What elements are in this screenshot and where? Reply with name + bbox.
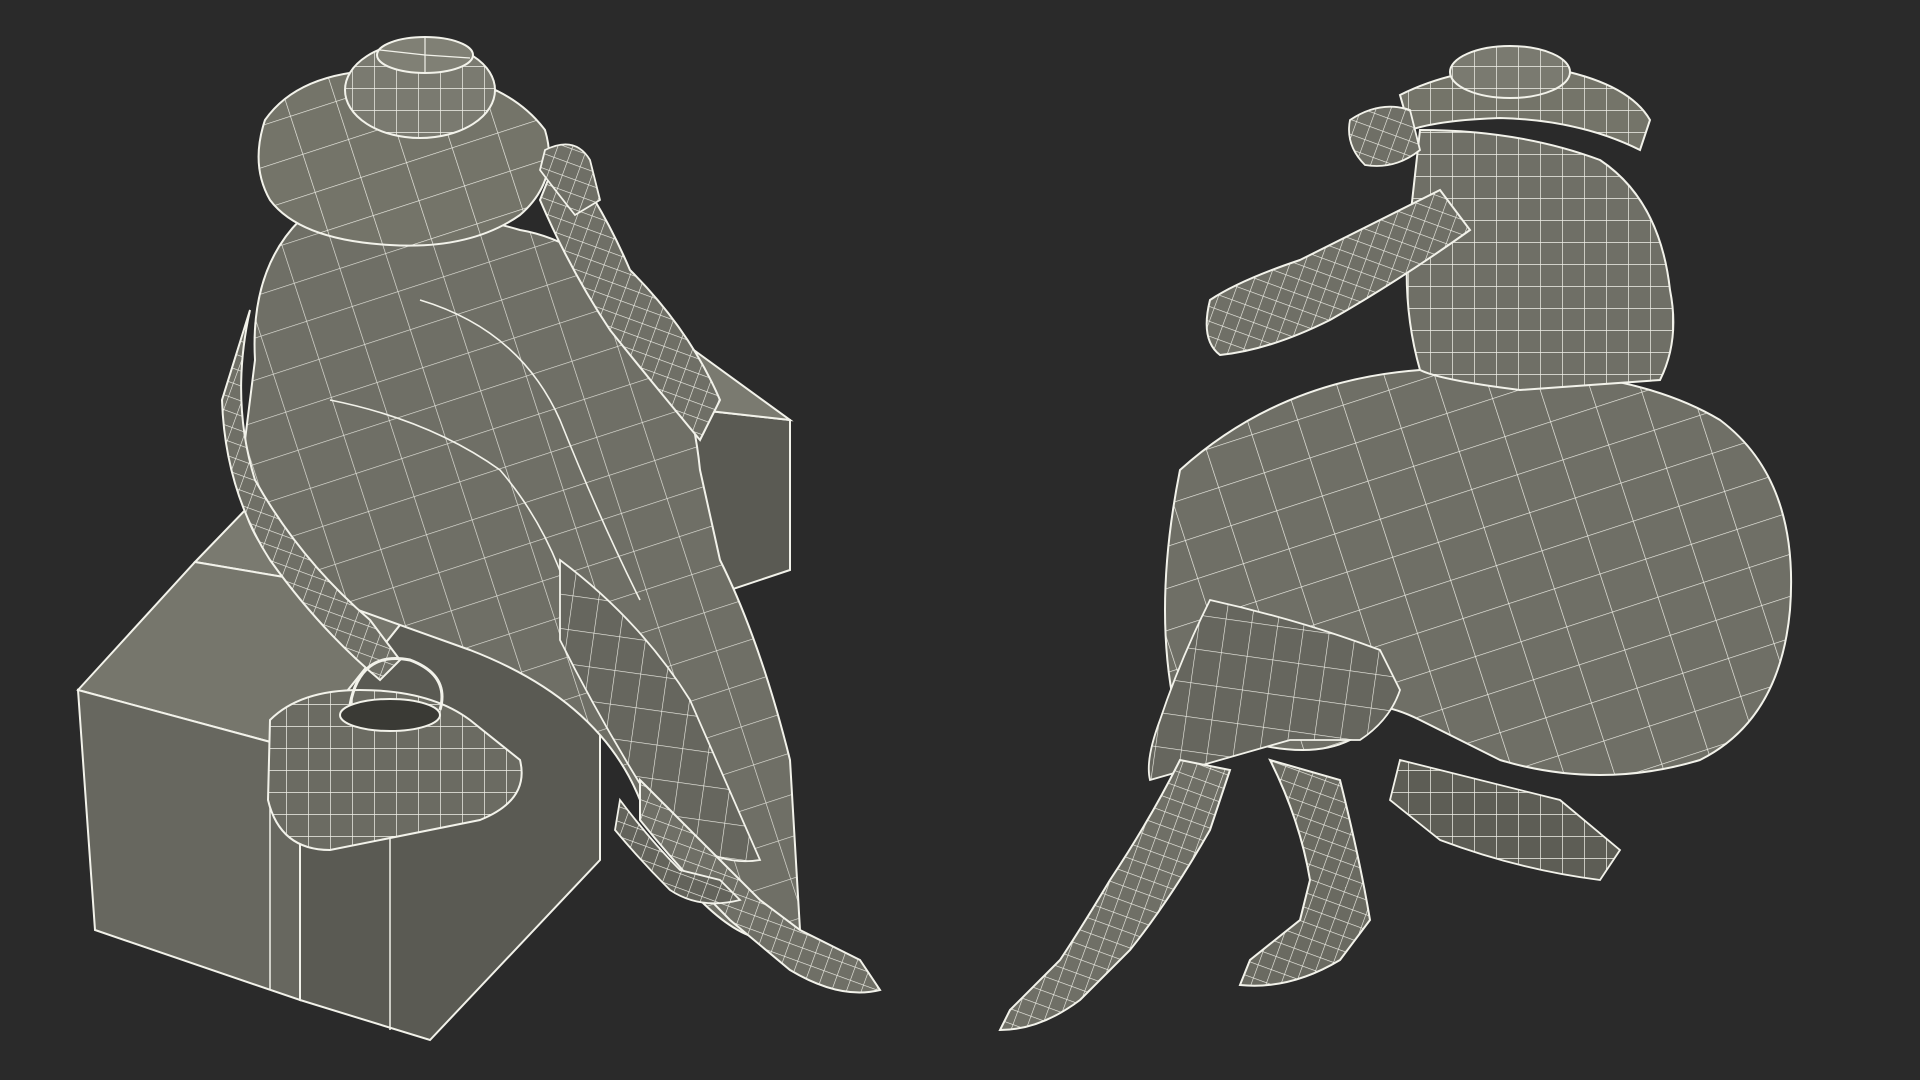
render-viewport <box>0 0 1920 1080</box>
figure-hat <box>257 36 551 247</box>
render-canvas <box>76 36 1793 1042</box>
figure-torso <box>1405 128 1675 392</box>
figure-hand-rear <box>1348 105 1422 167</box>
seat-base-rear <box>1388 758 1622 881</box>
view-rear-low-angle <box>998 45 1793 1032</box>
figure-legs-rear <box>998 758 1372 1032</box>
view-top-seated-on-box <box>76 36 882 1042</box>
figure-skirt <box>1147 367 1793 782</box>
